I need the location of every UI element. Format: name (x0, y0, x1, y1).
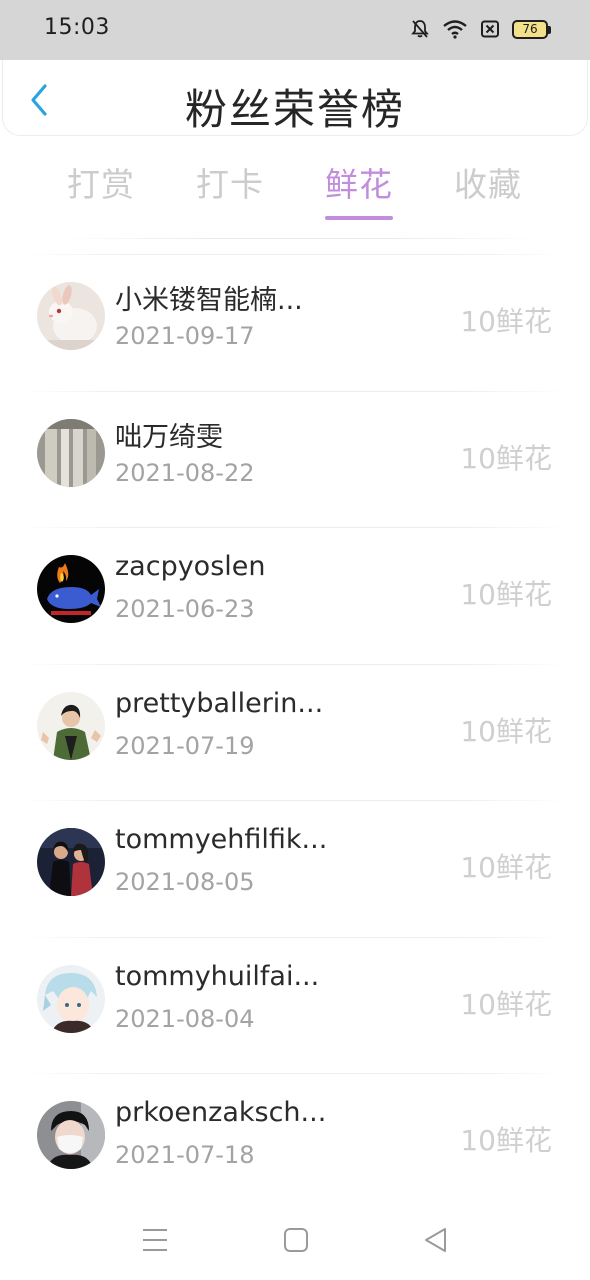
row-divider (22, 527, 568, 528)
fan-ranking-list: 小米镂智能楠... 2021-09-17 10鲜花 咄万绮雯 2021-08-2… (0, 250, 590, 1206)
row-divider (22, 663, 568, 665)
fan-name: 小米镂智能楠... (115, 285, 303, 316)
row-divider (22, 1073, 568, 1074)
tab-label: 打卡 (196, 165, 264, 204)
status-bar: 15:03 76 (0, 0, 590, 60)
fan-date: 2021-07-19 (115, 731, 255, 760)
menu-button[interactable] (140, 1226, 170, 1254)
tab-flowers[interactable]: 鲜花 (325, 158, 393, 220)
menu-icon (143, 1229, 167, 1251)
avatar[interactable] (37, 691, 105, 760)
flower-count: 10鲜花 (460, 714, 552, 748)
page-header: 粉丝荣誉榜 (2, 60, 588, 136)
tabs-divider (60, 238, 540, 239)
system-nav-bar (0, 1200, 590, 1280)
fan-date: 2021-06-23 (115, 595, 255, 623)
flower-count: 10鲜花 (460, 441, 552, 475)
fan-name: tommyhuilfai... (115, 960, 320, 992)
fan-name: tommyehfilfik... (115, 824, 328, 855)
whale-fire-avatar (37, 555, 105, 623)
home-square-icon (284, 1228, 308, 1252)
avatar[interactable] (37, 555, 105, 623)
curtain-photo-avatar (37, 418, 105, 487)
flower-count: 10鲜花 (460, 305, 552, 338)
sim-off-icon (480, 19, 500, 39)
list-item[interactable]: 咄万绮雯 2021-08-22 10鲜花 (0, 387, 590, 524)
list-item[interactable]: tommyhuilfai... 2021-08-04 10鲜花 (0, 933, 590, 1070)
list-item[interactable]: zacpyoslen 2021-06-23 10鲜花 (0, 523, 590, 660)
masked-person-avatar (37, 1101, 105, 1169)
fan-date: 2021-07-18 (115, 1141, 255, 1169)
flower-count: 10鲜花 (460, 851, 552, 884)
avatar[interactable] (37, 418, 105, 487)
fan-name: prettyballerin... (115, 687, 324, 719)
tab-label: 打赏 (67, 165, 135, 204)
row-divider (22, 936, 568, 938)
tab-favorites[interactable]: 收藏 (454, 158, 522, 206)
tab-reward[interactable]: 打赏 (67, 158, 135, 206)
fan-date: 2021-08-22 (115, 458, 255, 487)
list-item[interactable]: tommyehfilfik... 2021-08-05 10鲜花 (0, 796, 590, 933)
status-icons: 76 (410, 18, 551, 40)
avatar[interactable] (37, 1101, 105, 1169)
row-divider (22, 390, 568, 392)
tab-checkin[interactable]: 打卡 (196, 158, 264, 206)
fan-date: 2021-09-17 (115, 322, 255, 350)
avatar[interactable] (37, 282, 105, 350)
row-divider (22, 800, 568, 801)
row-divider (22, 254, 568, 255)
flower-count: 10鲜花 (460, 987, 552, 1021)
bell-off-icon (410, 19, 430, 39)
tab-label: 鲜花 (325, 165, 393, 204)
fan-name: prkoenzaksch... (115, 1097, 327, 1128)
back-nav-button[interactable] (421, 1226, 451, 1254)
active-tab-indicator (325, 216, 393, 220)
tab-label: 收藏 (454, 165, 522, 204)
home-button[interactable] (281, 1226, 311, 1254)
flower-count: 10鲜花 (460, 1124, 552, 1157)
tab-bar: 打赏 打卡 鲜花 收藏 (0, 150, 590, 220)
fan-date: 2021-08-05 (115, 868, 255, 896)
anime-character-avatar (37, 964, 105, 1033)
list-item[interactable]: prkoenzaksch... 2021-07-18 10鲜花 (0, 1069, 590, 1206)
flower-count: 10鲜花 (460, 578, 552, 611)
fan-name: 咄万绮雯 (115, 421, 223, 453)
avatar[interactable] (37, 828, 105, 896)
list-item[interactable]: prettyballerin... 2021-07-19 10鲜花 (0, 660, 590, 797)
back-triangle-icon (425, 1228, 446, 1252)
avatar[interactable] (37, 964, 105, 1033)
rabbit-photo-avatar (37, 282, 105, 350)
page-title: 粉丝荣誉榜 (184, 85, 405, 134)
status-time: 15:03 (44, 15, 110, 40)
list-item[interactable]: 小米镂智能楠... 2021-09-17 10鲜花 (0, 250, 590, 387)
fan-date: 2021-08-04 (115, 1004, 255, 1033)
fan-name: zacpyoslen (115, 551, 266, 582)
battery-level: 76 (522, 22, 538, 36)
couple-photo-avatar (37, 828, 105, 896)
battery-icon: 76 (512, 19, 551, 39)
person-green-jacket-avatar (37, 691, 105, 760)
wifi-icon (442, 19, 468, 39)
